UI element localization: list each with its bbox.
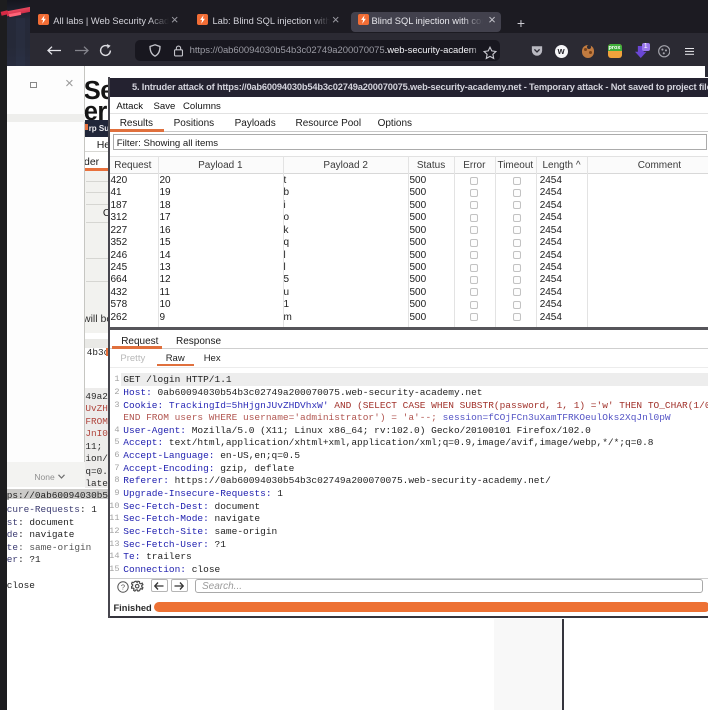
- svg-text:?: ?: [121, 582, 125, 591]
